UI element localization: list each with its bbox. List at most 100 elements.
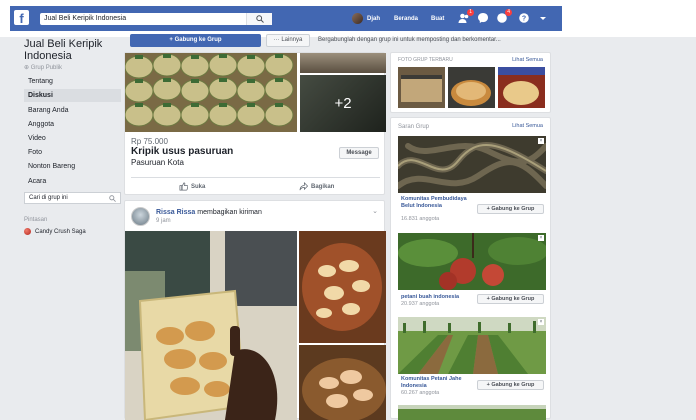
photo-thumbnail [498, 67, 545, 108]
join-suggested-group-button-1[interactable]: + Gabung ke Grup [477, 204, 544, 214]
suggested-group-name-3[interactable]: Komunitas Petani Jahe Indonesia [401, 376, 473, 389]
shared-post: Rissa Rissa membagikan kiriman 9 jam ⌄ [124, 200, 386, 420]
shortcut-candy-crush[interactable]: Candy Crush Saga [24, 228, 86, 235]
notifications-badge: 4 [505, 9, 512, 16]
sale-post: +2 Rp 75.000 Kripik usus pasuruan Pasuru… [124, 52, 386, 195]
close-icon[interactable]: × [538, 235, 544, 241]
item-title[interactable]: Kripik usus pasuruan [131, 146, 233, 157]
suggested-group-name-2[interactable]: petani buah indonesia [401, 294, 473, 301]
suggested-group-name-1[interactable]: Komunitas Pembudidaya Belut Indonesia [401, 196, 473, 209]
recent-photo-3[interactable] [498, 67, 545, 108]
thumbs-up-icon [179, 182, 188, 191]
profile-link[interactable]: Djah [352, 13, 380, 24]
sidebar-item-barang-anda[interactable]: Barang Anda [24, 104, 121, 117]
sidebar-nav: Tentang Diskusi Barang Anda Anggota Vide… [24, 38, 124, 248]
suggested-group-members-2: 20.937 anggota [401, 301, 440, 307]
suggested-group-members-3: 60.267 anggota [401, 390, 440, 396]
avatar [352, 13, 363, 24]
post-timestamp[interactable]: 9 jam [156, 218, 171, 224]
sidebar-item-video[interactable]: Video [24, 132, 121, 145]
help-button[interactable]: ? [518, 12, 530, 24]
shortcuts-heading: Pintasan [24, 217, 48, 223]
notifications-button[interactable]: 4 [496, 9, 512, 24]
recent-photo-2[interactable] [448, 67, 495, 108]
share-arrow-icon [299, 182, 308, 191]
recent-photos-see-all[interactable]: Lihat Semua [512, 57, 543, 63]
post-photo-2[interactable] [300, 53, 386, 73]
join-group-button[interactable]: + Gabung ke Grup [130, 34, 261, 47]
suggested-group-members-1: 16.831 anggota [401, 216, 440, 222]
search-icon [256, 15, 264, 23]
user-name: Djah [367, 15, 381, 22]
sidebar-item-foto[interactable]: Foto [24, 146, 121, 159]
join-prompt: Bergabunglah dengan grup ini untuk mempo… [318, 37, 501, 43]
sidebar-item-diskusi[interactable]: Diskusi [24, 89, 121, 102]
share-button[interactable]: Bagikan [299, 182, 334, 191]
suggested-group-image-2[interactable]: × [398, 233, 546, 290]
suggested-group-image-3[interactable]: × [398, 317, 546, 374]
post-photo-main[interactable] [125, 53, 297, 132]
post-options-chevron-icon[interactable]: ⌄ [372, 207, 378, 215]
suggested-group-image-4[interactable] [398, 405, 546, 420]
join-suggested-group-button-2[interactable]: + Gabung ke Grup [477, 294, 544, 304]
search-input-value: Jual Beli Keripik Indonesia [44, 15, 127, 22]
post-action-text: membagikan kiriman [197, 209, 262, 216]
field-photo [398, 405, 546, 420]
shortcut-label: Candy Crush Saga [35, 228, 86, 235]
join-suggested-group-button-3[interactable]: + Gabung ke Grup [477, 380, 544, 390]
more-photos-overlay[interactable]: +2 [300, 75, 386, 132]
close-icon[interactable]: × [538, 319, 544, 325]
item-price: Rp 75.000 [131, 137, 168, 146]
sidebar-item-anggota[interactable]: Anggota [24, 118, 121, 131]
suggested-group-image-1[interactable]: × [398, 136, 546, 193]
sidebar-item-tentang[interactable]: Tentang [24, 75, 121, 88]
home-link[interactable]: Beranda [394, 16, 418, 22]
friend-requests-button[interactable]: 1 [458, 9, 474, 24]
sidebar-item-acara[interactable]: Acara [24, 175, 121, 188]
account-menu-button[interactable] [537, 12, 549, 24]
facebook-logo-icon[interactable]: f [14, 10, 29, 26]
chips-basket-photo [299, 345, 386, 420]
ginger-field-photo [398, 317, 546, 374]
top-bar: f Jual Beli Keripik Indonesia Djah Beran… [0, 0, 696, 37]
group-search-placeholder: Cari di grup ini [29, 195, 68, 201]
chevron-down-icon [540, 17, 546, 20]
messenger-icon [478, 13, 488, 23]
recent-photos-card: Foto grup terbaru Lihat Semua [390, 52, 551, 113]
suggested-groups-see-all[interactable]: Lihat Semua [512, 123, 543, 129]
post-author-line: Rissa Rissa membagikan kiriman [156, 209, 262, 216]
svg-text:?: ? [522, 16, 526, 23]
item-location: Pasuruan Kota [131, 158, 184, 167]
search-input[interactable]: Jual Beli Keripik Indonesia [40, 13, 272, 25]
fruit-photo [398, 233, 546, 290]
search-button[interactable] [246, 13, 272, 25]
help-icon: ? [519, 13, 529, 23]
more-button[interactable]: ··· Lainnya [266, 34, 310, 47]
close-icon[interactable]: × [538, 138, 544, 144]
sidebar-item-nonton-bareng[interactable]: Nonton Bareng [24, 160, 121, 173]
chips-bags-photo [125, 53, 297, 132]
search-icon [109, 195, 116, 202]
suggested-groups-card: Saran Grup Lihat Semua × Komunitas Pembu… [390, 117, 551, 420]
message-seller-button[interactable]: Message [339, 147, 379, 159]
eels-photo [398, 136, 546, 193]
chips-in-hand-photo [125, 231, 297, 420]
messenger-button[interactable] [477, 12, 489, 24]
candy-crush-icon [24, 228, 31, 235]
create-link[interactable]: Buat [431, 16, 444, 22]
shared-photo-2[interactable] [299, 231, 386, 343]
shared-photo-main[interactable] [125, 231, 297, 420]
share-label: Bagikan [311, 183, 335, 190]
post-divider [131, 177, 380, 178]
friend-requests-badge: 1 [467, 9, 474, 16]
recent-photo-1[interactable] [398, 67, 445, 108]
post-author[interactable]: Rissa Rissa [156, 209, 195, 216]
chips-bowl-photo [299, 231, 386, 343]
like-button[interactable]: Suka [179, 182, 205, 191]
like-label: Suka [191, 183, 206, 190]
recent-photos-heading: Foto grup terbaru [398, 57, 453, 63]
group-search-input[interactable]: Cari di grup ini [24, 192, 121, 204]
shared-photo-3[interactable] [299, 345, 386, 420]
avatar[interactable] [131, 207, 150, 226]
photo-thumbnail [398, 67, 445, 108]
